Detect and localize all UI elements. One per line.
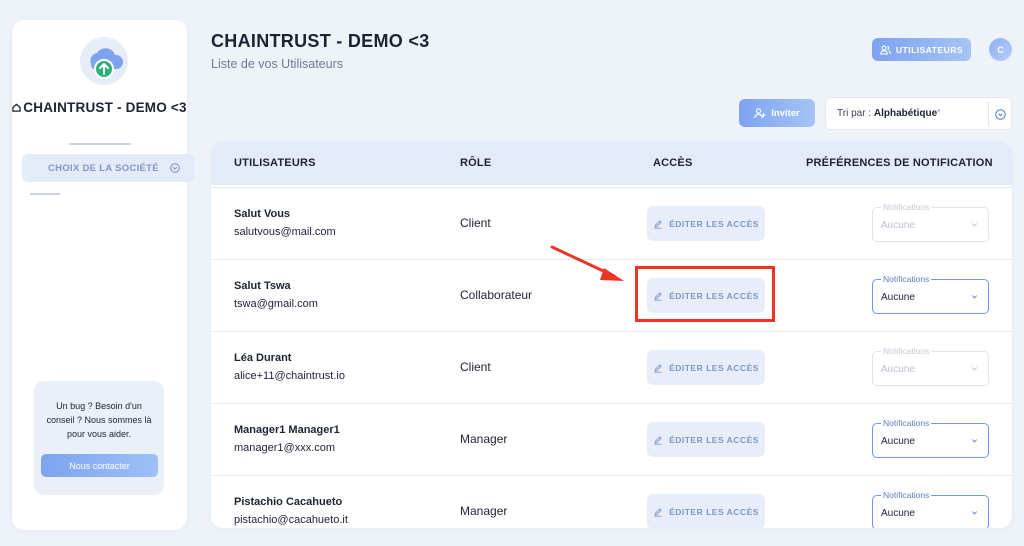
company-name: CHAINTRUST - DEMO <3 [12, 98, 187, 118]
home-icon [12, 103, 22, 112]
user-email: tswa@gmail.com [234, 298, 318, 310]
choose-company-button[interactable]: CHOIX DE LA SOCIÉTÉ [22, 154, 194, 182]
user-name: Pistachio Cacahueto [234, 496, 343, 508]
edit-access-label: ÉDITER LES ACCÈS [669, 506, 759, 517]
notification-select[interactable]: Notifications Aucune [872, 202, 989, 242]
users-button-label: UTILISATEURS [895, 44, 964, 55]
column-header-role: RÔLE [460, 157, 492, 169]
table-row: Manager1 Manager1 manager1@xxx.com Manag… [211, 403, 1012, 475]
users-icon [880, 44, 891, 55]
chevron-down-icon [971, 367, 978, 371]
divider [69, 143, 131, 145]
annotation-arrow [550, 245, 624, 281]
sort-select[interactable]: Tri par : Alphabétique* [825, 97, 1012, 130]
help-card: Un bug ? Besoin d'un conseil ? Nous somm… [34, 381, 164, 495]
user-name: Léa Durant [234, 352, 292, 364]
sort-value: Alphabétique [873, 108, 938, 119]
user-email: salutvous@mail.com [234, 226, 336, 238]
edit-access-button[interactable]: ÉDITER LES ACCÈS [647, 494, 765, 528]
user-role: Manager [460, 504, 508, 518]
notification-value: Aucune [881, 436, 915, 447]
add-user-icon [754, 107, 766, 118]
user-role: Manager [460, 432, 508, 446]
pencil-icon [654, 219, 662, 229]
user-name: Manager1 Manager1 [234, 424, 340, 436]
column-header-users: UTILISATEURS [234, 157, 316, 169]
users-table: UTILISATEURS RÔLE ACCÈS PRÉFÉRENCES DE N… [211, 142, 1012, 528]
chevron-down-icon [971, 223, 978, 227]
column-header-access: ACCÈS [653, 157, 693, 169]
help-text: Un bug ? Besoin d'un conseil ? Nous somm… [46, 401, 152, 439]
user-email: manager1@xxx.com [234, 442, 336, 454]
pencil-icon [654, 363, 662, 373]
notification-select[interactable]: Notifications Aucune [872, 274, 989, 314]
sort-prefix: Tri par : [837, 108, 872, 119]
sort-marker: * [937, 108, 941, 117]
notification-select[interactable]: Notifications Aucune [872, 346, 989, 386]
invite-button-label: Inviter [771, 107, 800, 119]
user-name: Salut Tswa [234, 280, 291, 292]
invite-button[interactable]: Inviter [739, 99, 815, 127]
notification-select[interactable]: Notifications Aucune [872, 490, 989, 528]
user-name: Salut Vous [234, 208, 291, 220]
cloud-upload-icon [80, 37, 128, 85]
user-role: Client [460, 216, 491, 230]
column-header-notification-preferences: PRÉFÉRENCES DE NOTIFICATION [806, 157, 993, 169]
notification-label: Notifications [881, 418, 932, 428]
table-row: Pistachio Cacahueto pistachio@cacahueto.… [211, 475, 1012, 528]
table-row: Léa Durant alice+11@chaintrust.io Client… [211, 331, 1012, 403]
user-email: pistachio@cacahueto.it [234, 514, 348, 526]
chevron-down-icon [971, 439, 978, 443]
notification-value: Aucune [881, 364, 915, 375]
edit-access-label: ÉDITER LES ACCÈS [669, 434, 759, 445]
sort-separator [988, 102, 989, 126]
user-email: alice+11@chaintrust.io [234, 370, 345, 382]
annotation-highlight-box [635, 266, 775, 322]
edit-access-button[interactable]: ÉDITER LES ACCÈS [647, 350, 765, 385]
company-name-text: CHAINTRUST - DEMO <3 [23, 100, 187, 115]
choose-company-label: CHOIX DE LA SOCIÉTÉ [48, 162, 159, 174]
chevron-down-icon [971, 295, 978, 299]
page-subtitle: Liste de vos Utilisateurs [211, 57, 344, 71]
notification-select[interactable]: Notifications Aucune [872, 418, 989, 458]
pencil-icon [654, 507, 662, 517]
table-header: UTILISATEURS RÔLE ACCÈS PRÉFÉRENCES DE N… [211, 142, 1012, 185]
user-role: Client [460, 360, 491, 374]
avatar[interactable]: C [989, 38, 1012, 61]
sort-text: Tri par : Alphabétique* [837, 108, 940, 119]
notification-value: Aucune [881, 220, 915, 231]
contact-button[interactable]: Nous contacter [41, 454, 158, 477]
chevron-circle-icon [170, 163, 180, 173]
notification-label: Notifications [881, 274, 932, 284]
edit-access-label: ÉDITER LES ACCÈS [669, 218, 759, 229]
divider [30, 193, 60, 195]
notification-value: Aucune [881, 292, 915, 303]
pencil-icon [654, 435, 662, 445]
chevron-down-icon [971, 511, 978, 515]
notification-value: Aucune [881, 508, 915, 519]
chevron-circle-icon[interactable] [995, 109, 1006, 120]
notification-label: Notifications [881, 346, 932, 356]
page-title: CHAINTRUST - DEMO <3 [211, 31, 430, 51]
notification-label: Notifications [881, 202, 932, 212]
notification-label: Notifications [881, 490, 932, 500]
sidebar: CHAINTRUST - DEMO <3 CHOIX DE LA SOCIÉTÉ… [12, 20, 194, 530]
users-button[interactable]: UTILISATEURS [872, 38, 971, 61]
user-role: Collaborateur [460, 288, 533, 302]
edit-access-button[interactable]: ÉDITER LES ACCÈS [647, 422, 765, 457]
edit-access-button[interactable]: ÉDITER LES ACCÈS [647, 206, 765, 241]
edit-access-label: ÉDITER LES ACCÈS [669, 362, 759, 373]
